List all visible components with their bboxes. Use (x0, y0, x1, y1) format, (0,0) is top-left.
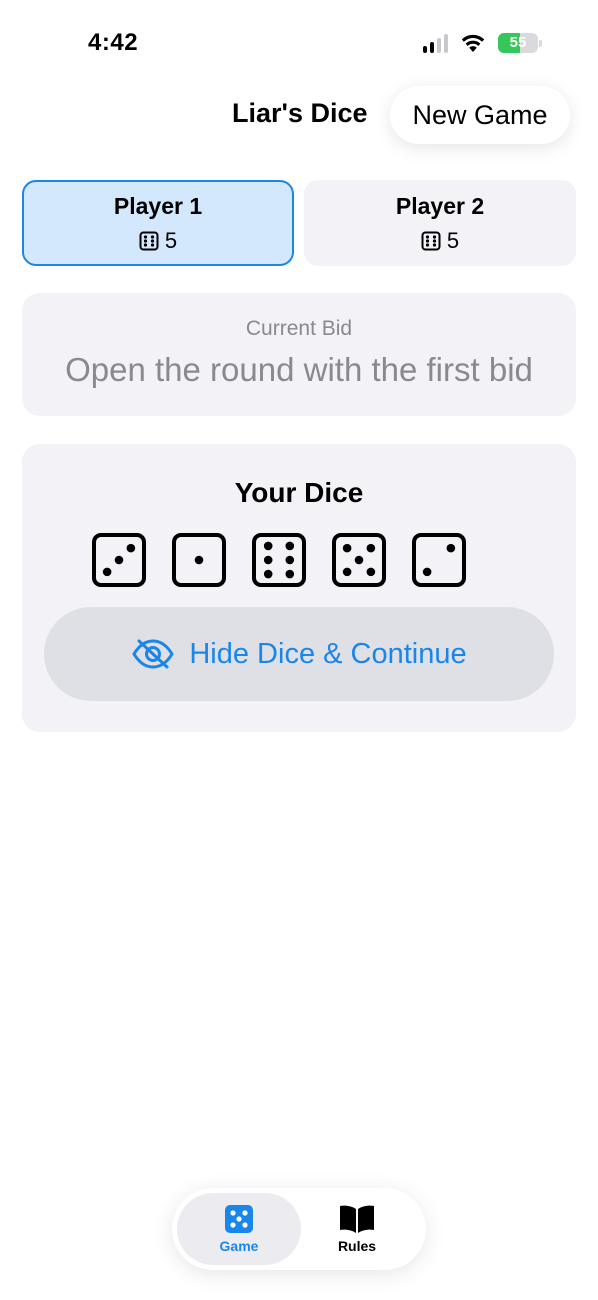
die-1 (172, 533, 226, 587)
player-name: Player 1 (113, 192, 203, 219)
tab-rules[interactable]: Rules (295, 1193, 419, 1265)
page-title: Liar's Dice (232, 98, 368, 128)
eye-slash-icon (132, 639, 175, 669)
player-dice-count: 5 (139, 228, 177, 254)
player-name: Player 2 (395, 192, 485, 219)
player-card-1[interactable]: Player 1 5 (22, 180, 294, 266)
cellular-signal-icon (423, 33, 448, 53)
tab-game[interactable]: Game (177, 1193, 301, 1265)
hide-dice-button[interactable]: Hide Dice & Continue (44, 607, 554, 701)
die-5 (332, 533, 386, 587)
hide-dice-label: Hide Dice & Continue (189, 637, 467, 670)
player-dice-count: 5 (421, 228, 459, 254)
current-bid-card: Current Bid Open the round with the firs… (22, 293, 576, 416)
dice-six-icon (139, 231, 159, 250)
die-3 (92, 533, 146, 587)
dice-icon (225, 1205, 253, 1233)
battery-icon: 55 (498, 33, 538, 53)
battery-level: 55 (509, 34, 527, 51)
dice-count-value: 5 (164, 227, 178, 253)
dice-row (92, 533, 466, 587)
new-game-button[interactable]: New Game (390, 86, 570, 144)
status-icons: 55 (423, 33, 542, 53)
tab-rules-label: Rules (337, 1238, 377, 1254)
dice-six-icon (421, 231, 441, 250)
player-card-2[interactable]: Player 2 5 (304, 180, 576, 266)
your-dice-title: Your Dice (234, 477, 364, 508)
current-bid-text: Open the round with the first bid (65, 351, 533, 388)
die-6 (252, 533, 306, 587)
tab-game-label: Game (219, 1238, 259, 1254)
wifi-icon (461, 34, 485, 52)
die-2 (412, 533, 466, 587)
status-bar: 4:42 55 (0, 0, 598, 90)
dice-count-value: 5 (446, 227, 460, 253)
tab-bar: Game Rules (172, 1188, 426, 1270)
status-time: 4:42 (88, 29, 139, 56)
book-icon (340, 1205, 374, 1233)
current-bid-label: Current Bid (245, 317, 353, 340)
